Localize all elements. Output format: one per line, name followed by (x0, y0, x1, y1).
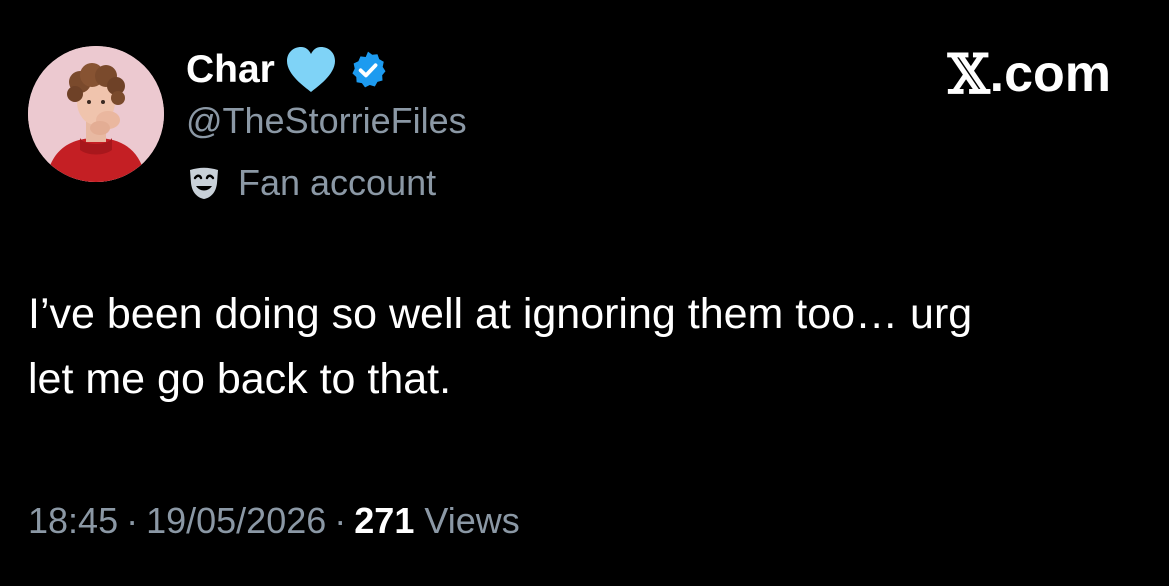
tweet-time[interactable]: 18:45 (28, 500, 118, 542)
tweet-text-line: I’ve been doing so well at ignoring them… (28, 290, 973, 338)
tweet-meta: 18:45 · 19/05/2026 · 271 Views (28, 500, 520, 542)
display-name[interactable]: Char (186, 48, 275, 92)
tweet-text-line: let me go back to that. (28, 355, 452, 403)
light-blue-heart-icon (283, 45, 339, 95)
brand-domain: .com (989, 45, 1111, 103)
affiliation-text: Fan account (238, 162, 437, 203)
author-name-row: Char (186, 44, 389, 96)
tweet-card: Char @TheStorrieFiles Fan account 𝕏.com (0, 0, 1169, 586)
avatar-image (28, 46, 164, 182)
x-glyph: 𝕏 (947, 42, 990, 106)
x-logo: 𝕏 .com (948, 42, 1111, 106)
tweet-text: I’ve been doing so well at ignoring them… (28, 282, 1148, 412)
verified-badge-icon[interactable] (347, 49, 389, 91)
theater-mask-icon (186, 165, 222, 201)
tweet-date[interactable]: 19/05/2026 (146, 500, 326, 542)
affiliation-label-row: Fan account (186, 162, 436, 204)
avatar[interactable] (28, 46, 164, 182)
user-handle[interactable]: @TheStorrieFiles (186, 100, 467, 142)
separator-dot: · (334, 500, 347, 541)
views-label: Views (424, 500, 520, 541)
views-count: 271 (354, 500, 415, 541)
separator-dot: · (126, 500, 139, 541)
